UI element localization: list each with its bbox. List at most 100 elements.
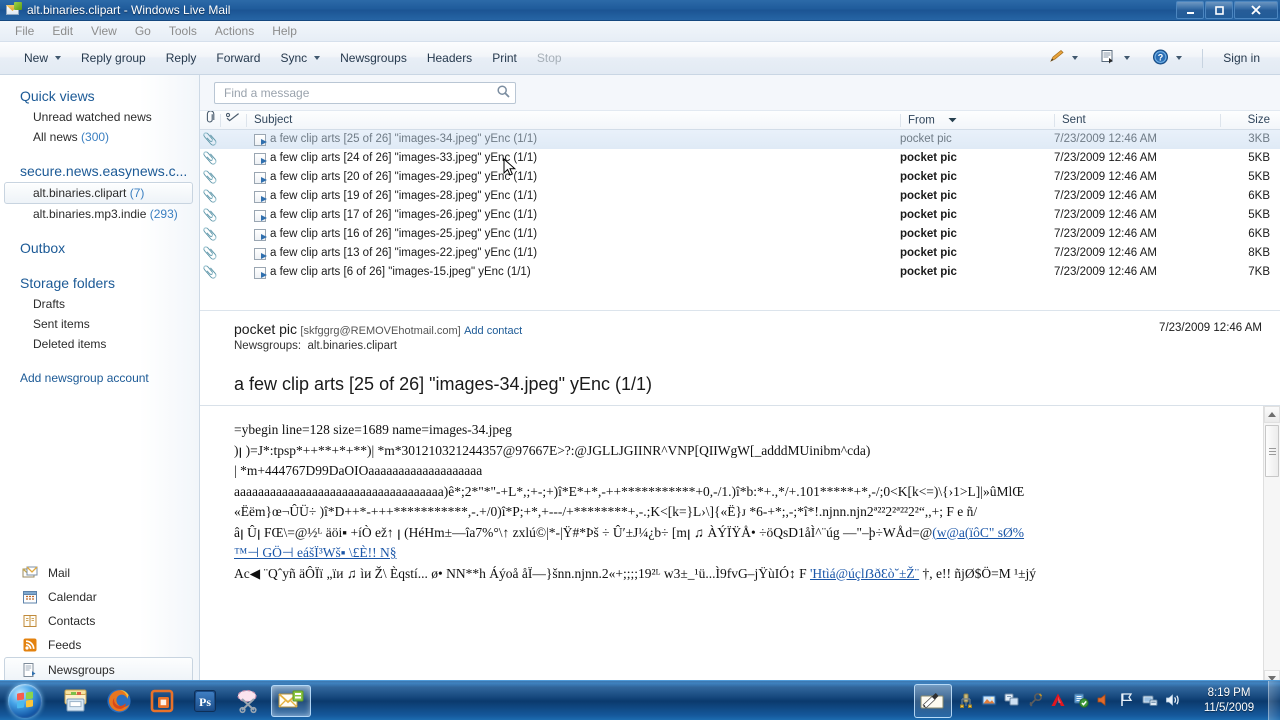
row-flag[interactable] [220,225,246,244]
pane-splitter[interactable] [200,303,1280,310]
column-size[interactable]: Size [1220,111,1280,130]
sidebar-item-alt-binaries-mp3-indie[interactable]: alt.binaries.mp3.indie (293) [0,204,199,224]
menu-go[interactable]: Go [126,22,160,40]
sidebar-item-drafts[interactable]: Drafts [0,294,199,314]
row-flag[interactable] [220,130,246,149]
taskbar-snipping-tool-button[interactable] [228,685,268,717]
body-inline-link-continued[interactable]: ™⊣ GÖ⊣ eášÏ³Wš▪ \£È!! N§ [234,545,397,560]
sidebar-item-outbox[interactable]: Outbox [0,237,199,259]
minimize-button[interactable] [1176,1,1204,19]
column-from[interactable]: From [900,111,1054,130]
table-row[interactable]: 📎 a few clip arts [25 of 26] "images-34.… [200,130,1280,149]
sidebar-item-alt-binaries-clipart[interactable]: alt.binaries.clipart (7) [4,182,193,204]
media-icon[interactable] [981,693,997,710]
row-flag[interactable] [220,187,246,206]
security-shield-icon[interactable] [1073,692,1089,711]
column-sent[interactable]: Sent [1054,111,1220,130]
menu-actions[interactable]: Actions [206,22,263,40]
add-newsgroup-account-link[interactable]: Add newsgroup account [0,367,199,389]
taskbar-photoshop-button[interactable]: Ps [185,685,225,717]
sidebar-item-all-news[interactable]: All news (300) [0,127,199,147]
column-flag[interactable] [220,111,246,130]
storage-folders-header[interactable]: Storage folders [0,272,199,294]
module-feeds[interactable]: Feeds [0,633,199,657]
scrollbar-track[interactable] [1264,423,1280,670]
scroll-down-button[interactable] [1264,670,1280,680]
toolbar-headers-button[interactable]: Headers [417,46,482,70]
row-flag[interactable] [220,206,246,225]
table-row[interactable]: 📎 a few clip arts [20 of 26] "images-29.… [200,168,1280,187]
show-desktop-button[interactable] [1268,681,1280,720]
volume-mute-icon[interactable] [1096,693,1112,710]
toolbar-compose-style-button[interactable] [1038,44,1088,72]
preview-from-name: pocket pic [234,321,298,337]
flag-action-center-icon[interactable] [1119,692,1135,710]
table-row[interactable]: 📎 a few clip arts [16 of 26] "images-25.… [200,225,1280,244]
row-attachment-icon: 📎 [202,208,218,222]
table-row[interactable]: 📎 a few clip arts [24 of 26] "images-33.… [200,149,1280,168]
avira-icon[interactable] [1050,692,1066,711]
taskbar-office-button[interactable] [142,685,182,717]
module-calendar[interactable]: Calendar [0,585,199,609]
toolbar-print-button[interactable]: Print [482,46,527,70]
menu-edit[interactable]: Edit [43,22,82,40]
toolbar-reply-group-button[interactable]: Reply group [71,46,156,70]
module-newsgroups[interactable]: Newsgroups [4,657,193,680]
tablet-input-panel-icon[interactable] [914,684,952,718]
windows-sidebar-icon[interactable] [1004,693,1020,710]
taskbar-clock[interactable]: 8:19 PM 11/5/2009 [1192,686,1266,716]
toolbar-reply-label: Reply [165,51,197,65]
menu-help[interactable]: Help [263,22,306,40]
table-row[interactable]: 📎 a few clip arts [13 of 26] "images-22.… [200,244,1280,263]
row-flag[interactable] [220,168,246,187]
row-flag[interactable] [220,149,246,168]
toolbar-forward-button[interactable]: Forward [206,46,270,70]
search-icon[interactable] [496,84,511,102]
taskbar-windows-live-mail-button[interactable] [271,684,311,717]
toolbar-sync-button[interactable]: Sync [270,46,330,70]
table-row[interactable]: 📎 a few clip arts [6 of 26] "images-15.j… [200,263,1280,282]
module-contacts[interactable]: Contacts [0,609,199,633]
maximize-button[interactable] [1205,1,1233,19]
sign-in-button[interactable]: Sign in [1213,46,1270,70]
start-button[interactable] [2,682,48,720]
scroll-up-button[interactable] [1264,406,1280,423]
module-mail[interactable]: Mail [0,561,199,585]
menu-tools[interactable]: Tools [160,22,206,40]
speaker-icon[interactable] [1165,693,1182,710]
table-row[interactable]: 📎 a few clip arts [17 of 26] "images-26.… [200,206,1280,225]
body-inline-link-2[interactable]: 'Htìá@úçlẞðƐò˘±Ž¨ [810,566,919,581]
quick-views-header[interactable]: Quick views [0,85,199,107]
toolbar-new-button[interactable]: New [14,46,71,70]
toolbar-reply-button[interactable]: Reply [156,46,207,70]
toolbar-help-button[interactable]: ? [1142,44,1192,73]
toolbar-layout-button[interactable] [1090,44,1140,72]
menu-file[interactable]: File [6,22,43,40]
toolbar-newsgroups-button[interactable]: Newsgroups [330,46,417,70]
sidebar-item-unread-watched-news[interactable]: Unread watched news [0,107,199,127]
toolbar-right-group: ? Sign in [1038,44,1270,73]
key-icon[interactable] [1027,692,1043,711]
search-input[interactable] [222,84,496,101]
row-flag[interactable] [220,263,246,282]
calendar-icon [22,589,38,605]
menu-view[interactable]: View [82,22,126,40]
preview-scrollbar[interactable] [1263,406,1280,680]
add-contact-link[interactable]: Add contact [464,325,522,337]
column-attachment[interactable] [200,109,220,130]
taskbar-windows-explorer-button[interactable] [56,685,96,717]
scrollbar-thumb[interactable] [1265,425,1279,477]
network-monitor-icon[interactable] [958,692,974,711]
preview-newsgroups-label: Newsgroups: [234,340,302,352]
close-button[interactable] [1234,1,1278,19]
account-header-easynews[interactable]: secure.news.easynews.c... [0,160,199,182]
row-flag[interactable] [220,244,246,263]
network-icon[interactable] [1142,693,1158,710]
table-row[interactable]: 📎 a few clip arts [19 of 26] "images-28.… [200,187,1280,206]
sidebar-item-deleted-items[interactable]: Deleted items [0,334,199,354]
column-subject[interactable]: Subject [246,111,900,130]
sidebar-item-sent-items[interactable]: Sent items [0,314,199,334]
taskbar-firefox-button[interactable] [99,685,139,717]
body-inline-link[interactable]: (w@a(ïôC" sØ% [932,525,1024,540]
search-box[interactable] [214,81,516,104]
